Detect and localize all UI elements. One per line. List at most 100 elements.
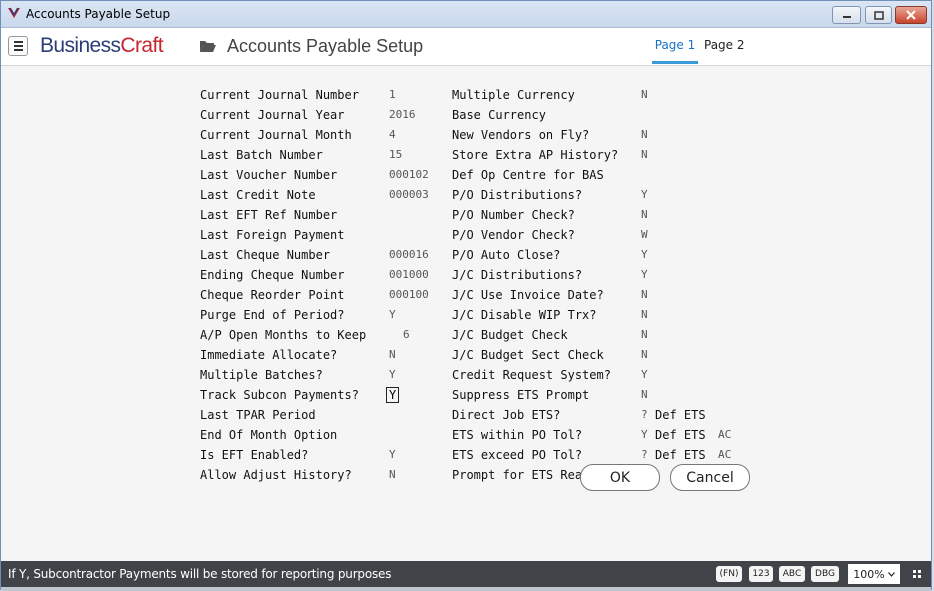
direct-job-ets-field[interactable]: ? xyxy=(641,408,648,422)
abc-indicator[interactable]: ABC xyxy=(779,566,805,582)
current-journal-year-label: Current Journal Year xyxy=(200,108,345,122)
last-credit-note-field[interactable]: 000003 xyxy=(389,188,429,202)
folder-open-icon xyxy=(200,41,216,52)
cheque-reorder-point-label: Cheque Reorder Point xyxy=(200,288,345,302)
last-voucher-number-field[interactable]: 000102 xyxy=(389,168,429,182)
j-c-budget-check-field[interactable]: N xyxy=(641,328,648,342)
a-p-open-months-to-keep-label: A/P Open Months to Keep xyxy=(200,328,367,342)
minimize-icon xyxy=(842,16,851,18)
last-eft-ref-number-label: Last EFT Ref Number xyxy=(200,208,338,222)
last-tpar-period-label: Last TPAR Period xyxy=(200,408,316,422)
p-o-number-check-field[interactable]: N xyxy=(641,208,648,222)
allow-adjust-history-field[interactable]: N xyxy=(389,468,396,482)
ets-within-po-tol-label: ETS within PO Tol? xyxy=(452,428,583,442)
cheque-reorder-point-field[interactable]: 000100 xyxy=(389,288,429,302)
tab-page-2[interactable]: Page 2 xyxy=(704,38,745,64)
ets-within-po-tol-field[interactable]: Y xyxy=(641,428,648,442)
app-header: BusinessCraft Accounts Payable Setup Pag… xyxy=(1,28,931,66)
debug-indicator[interactable]: DBG xyxy=(811,566,839,582)
app-window: Accounts Payable Setup BusinessCraft Acc… xyxy=(0,0,932,591)
multiple-batches-label: Multiple Batches? xyxy=(200,368,323,382)
new-vendors-on-fly-label: New Vendors on Fly? xyxy=(452,128,590,142)
ending-cheque-number-label: Ending Cheque Number xyxy=(200,268,345,282)
multiple-currency-label: Multiple Currency xyxy=(452,88,575,102)
minimize-button[interactable] xyxy=(832,6,861,24)
last-batch-number-field[interactable]: 15 xyxy=(389,148,402,162)
current-journal-month-field[interactable]: 4 xyxy=(389,128,396,142)
p-o-vendor-check-field[interactable]: W xyxy=(641,228,648,242)
cancel-button[interactable]: Cancel xyxy=(670,464,750,491)
last-batch-number-label: Last Batch Number xyxy=(200,148,323,162)
end-of-month-option-label: End Of Month Option xyxy=(200,428,338,442)
j-c-budget-sect-check-field[interactable]: N xyxy=(641,348,648,362)
j-c-distributions-label: J/C Distributions? xyxy=(452,268,583,282)
last-cheque-number-field[interactable]: 000016 xyxy=(389,248,429,262)
status-bar: If Y, Subcontractor Payments will be sto… xyxy=(1,561,931,587)
store-extra-ap-history-field[interactable]: N xyxy=(641,148,648,162)
purge-end-of-period-label: Purge End of Period? xyxy=(200,308,345,322)
ets-exceed-po-tol-label: ETS exceed PO Tol? xyxy=(452,448,583,462)
allow-adjust-history-label: Allow Adjust History? xyxy=(200,468,352,482)
credit-request-system-field[interactable]: Y xyxy=(641,368,648,382)
multiple-batches-field[interactable]: Y xyxy=(389,368,396,382)
last-voucher-number-label: Last Voucher Number xyxy=(200,168,338,182)
setup-form: Current Journal Number 1 Current Journal Y… xyxy=(1,67,931,561)
fn-indicator[interactable]: (FN) xyxy=(716,566,742,582)
base-currency-label: Base Currency xyxy=(452,108,546,122)
brand-logo: BusinessCraft xyxy=(40,34,164,57)
maximize-icon xyxy=(873,10,884,20)
is-eft-enabled-field[interactable]: Y xyxy=(389,448,396,462)
p-o-auto-close-field[interactable]: Y xyxy=(641,248,648,262)
def-op-centre-for-bas-label: Def Op Centre for BAS xyxy=(452,168,604,182)
chevron-down-icon xyxy=(887,571,895,577)
title-bar: Accounts Payable Setup xyxy=(1,1,931,28)
immediate-allocate-field[interactable]: N xyxy=(389,348,396,362)
close-button[interactable] xyxy=(895,6,927,24)
store-extra-ap-history-label: Store Extra AP History? xyxy=(452,148,619,162)
j-c-use-invoice-date-label: J/C Use Invoice Date? xyxy=(452,288,604,302)
tab-page-1[interactable]: Page 1 xyxy=(652,38,698,64)
current-journal-number-field[interactable]: 1 xyxy=(389,88,396,102)
current-journal-month-label: Current Journal Month xyxy=(200,128,352,142)
j-c-disable-wip-trx-field[interactable]: N xyxy=(641,308,648,322)
window-title: Accounts Payable Setup xyxy=(26,7,171,21)
numeric-indicator[interactable]: 123 xyxy=(749,566,773,582)
track-subcon-payments-label: Track Subcon Payments? xyxy=(200,388,359,402)
menu-button[interactable] xyxy=(8,36,28,56)
multiple-currency-field[interactable]: N xyxy=(641,88,648,102)
direct-job-ets-def-ets-label: Def ETS xyxy=(655,408,706,422)
j-c-use-invoice-date-field[interactable]: N xyxy=(641,288,648,302)
current-journal-year-field[interactable]: 2016 xyxy=(389,108,416,122)
grid-icon[interactable] xyxy=(913,570,921,578)
ok-button[interactable]: OK xyxy=(580,464,660,491)
is-eft-enabled-label: Is EFT Enabled? xyxy=(200,448,309,462)
current-journal-number-label: Current Journal Number xyxy=(200,88,359,102)
menu-icon xyxy=(13,41,23,43)
j-c-distributions-field[interactable]: Y xyxy=(641,268,648,282)
zoom-select[interactable]: 100% xyxy=(848,564,900,584)
maximize-button[interactable] xyxy=(865,6,892,24)
ets-within-po-tol-def-ets-field[interactable]: AC xyxy=(718,428,731,442)
track-subcon-payments-field[interactable]: Y xyxy=(386,387,400,403)
close-icon xyxy=(906,10,916,20)
direct-job-ets-label: Direct Job ETS? xyxy=(452,408,561,422)
last-cheque-number-label: Last Cheque Number xyxy=(200,248,331,262)
j-c-budget-check-label: J/C Budget Check xyxy=(452,328,568,342)
page-title: Accounts Payable Setup xyxy=(227,36,424,56)
new-vendors-on-fly-field[interactable]: N xyxy=(641,128,648,142)
p-o-distributions-field[interactable]: Y xyxy=(641,188,648,202)
ets-exceed-po-tol-def-ets-label: Def ETS xyxy=(655,448,706,462)
background-window-strip xyxy=(1,587,931,591)
j-c-budget-sect-check-label: J/C Budget Sect Check xyxy=(452,348,604,362)
credit-request-system-label: Credit Request System? xyxy=(452,368,611,382)
suppress-ets-prompt-field[interactable]: N xyxy=(641,388,648,402)
a-p-open-months-to-keep-field[interactable]: 6 xyxy=(403,328,410,342)
purge-end-of-period-field[interactable]: Y xyxy=(389,308,396,322)
ets-exceed-po-tol-def-ets-field[interactable]: AC xyxy=(718,448,731,462)
p-o-distributions-label: P/O Distributions? xyxy=(452,188,583,202)
ets-within-po-tol-def-ets-label: Def ETS xyxy=(655,428,706,442)
ending-cheque-number-field[interactable]: 001000 xyxy=(389,268,429,282)
last-credit-note-label: Last Credit Note xyxy=(200,188,316,202)
ets-exceed-po-tol-field[interactable]: ? xyxy=(641,448,648,462)
immediate-allocate-label: Immediate Allocate? xyxy=(200,348,338,362)
